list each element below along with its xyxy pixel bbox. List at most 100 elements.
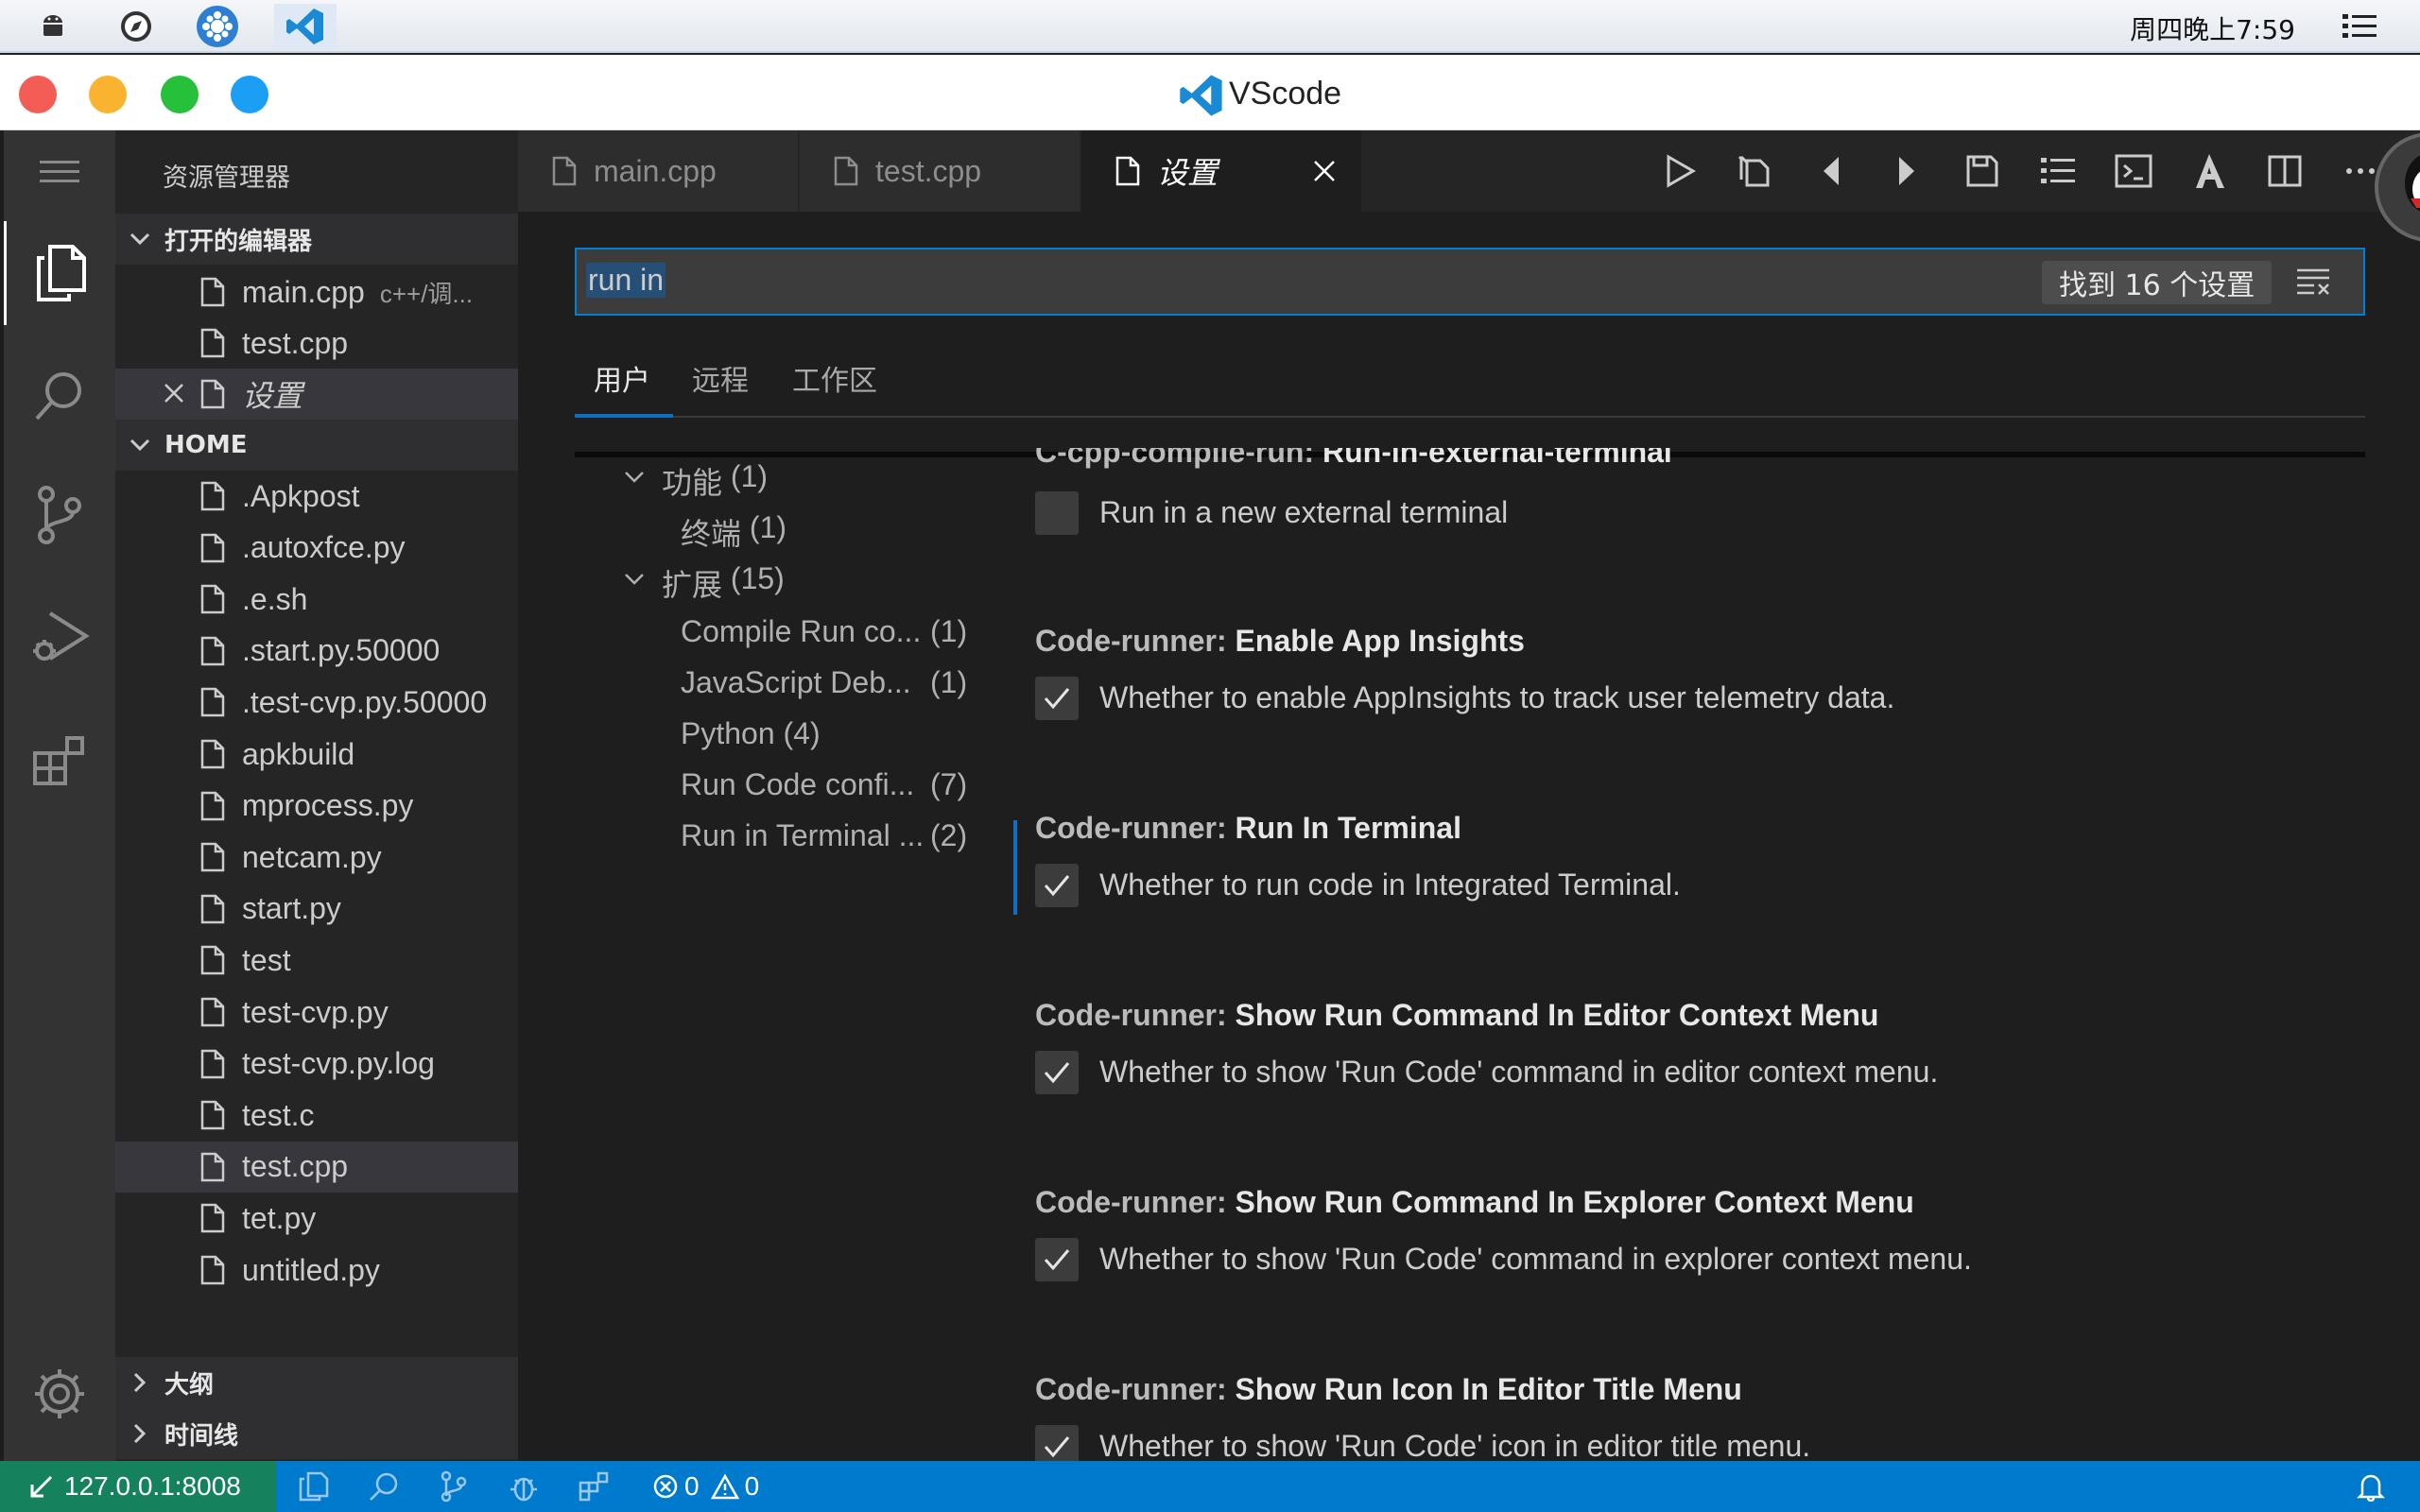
file-icon bbox=[552, 156, 577, 186]
qq-penguin-icon[interactable] bbox=[2373, 130, 2420, 244]
setting-checkbox[interactable] bbox=[1035, 1238, 1079, 1281]
run-icon[interactable] bbox=[1656, 147, 1703, 195]
setting-title: Code-runner: Show Run Command In Explore… bbox=[1035, 1185, 1914, 1220]
scope-tab-workspace[interactable]: 工作区 bbox=[792, 357, 877, 399]
file-tree-item[interactable]: untitled.py bbox=[115, 1245, 518, 1296]
open-editor-test-cpp[interactable]: test.cpp bbox=[115, 318, 518, 369]
file-tree-item[interactable]: .test-cvp.py.50000 bbox=[115, 677, 518, 728]
close-icon[interactable] bbox=[1312, 159, 1337, 183]
tab-test-cpp[interactable]: test.cpp bbox=[800, 130, 1080, 212]
maximize-window-button[interactable] bbox=[161, 76, 199, 113]
file-icon bbox=[200, 894, 225, 924]
file-tree-item[interactable]: test.c bbox=[115, 1090, 518, 1141]
file-tree-item[interactable]: test-cvp.py.log bbox=[115, 1039, 518, 1090]
file-tree-item[interactable]: start.py bbox=[115, 884, 518, 935]
file-tree-item[interactable]: .autoxfce.py bbox=[115, 523, 518, 574]
file-tree-item[interactable]: .start.py.50000 bbox=[115, 626, 518, 677]
source-control-icon[interactable] bbox=[4, 463, 115, 567]
list-icon[interactable] bbox=[2034, 147, 2082, 195]
toc-item-python[interactable]: Python (4) bbox=[681, 716, 821, 751]
setting-title: Code-runner: Run In Terminal bbox=[1035, 811, 1461, 846]
toc-label: Python bbox=[681, 716, 775, 750]
file-tree-item[interactable]: .e.sh bbox=[115, 574, 518, 625]
file-tree-item[interactable]: mprocess.py bbox=[115, 781, 518, 832]
file-tree-item[interactable]: test.cpp bbox=[115, 1141, 518, 1193]
close-icon[interactable] bbox=[163, 382, 185, 404]
search-status-icon[interactable] bbox=[365, 1469, 403, 1503]
source-control-status-icon[interactable] bbox=[435, 1469, 473, 1503]
search-icon[interactable] bbox=[4, 344, 115, 448]
save-icon[interactable] bbox=[1959, 147, 2006, 195]
file-tree-item[interactable]: test bbox=[115, 935, 518, 986]
toc-label: JavaScript Deb... bbox=[681, 665, 911, 699]
remote-indicator[interactable]: 127.0.0.1:8008 bbox=[0, 1461, 276, 1512]
scope-tab-user[interactable]: 用户 bbox=[594, 357, 650, 399]
timeline-section[interactable]: 时间线 bbox=[115, 1408, 518, 1459]
checkmark-icon bbox=[1043, 686, 1071, 711]
file-tree-item[interactable]: apkbuild bbox=[115, 729, 518, 780]
settings-flower-icon[interactable] bbox=[195, 4, 240, 49]
gear-icon[interactable] bbox=[4, 1342, 115, 1446]
tab-settings[interactable]: 设置 bbox=[1081, 130, 1361, 212]
setting-checkbox[interactable] bbox=[1035, 864, 1079, 907]
file-tree-item[interactable]: .Apkpost bbox=[115, 471, 518, 522]
setting-checkbox[interactable] bbox=[1035, 677, 1079, 720]
file-icon bbox=[200, 1152, 225, 1182]
file-tree-item[interactable]: test-cvp.py bbox=[115, 987, 518, 1038]
minimize-window-button[interactable] bbox=[89, 76, 127, 113]
vscode-icon[interactable] bbox=[274, 4, 337, 49]
scope-tabs-divider bbox=[575, 416, 2365, 418]
setting-checkbox[interactable] bbox=[1035, 1051, 1079, 1094]
setting-category: Code-runner: bbox=[1035, 811, 1236, 845]
toc-item-compile-run[interactable]: Compile Run co... (1) bbox=[681, 614, 970, 649]
results-count-badge: 找到 16 个设置 bbox=[2042, 261, 2273, 304]
toc-item-terminal[interactable]: 终端 (1) bbox=[681, 510, 786, 554]
toc-count: (15) bbox=[730, 561, 785, 595]
terminal-icon[interactable] bbox=[2110, 147, 2157, 195]
toc-item-javascript-debug[interactable]: JavaScript Deb... (1) bbox=[681, 665, 970, 700]
compass-icon[interactable] bbox=[113, 4, 159, 49]
run-debug-icon[interactable] bbox=[4, 586, 115, 690]
toc-item-run-in-terminal[interactable]: Run in Terminal ... (2) bbox=[681, 818, 970, 853]
setting-checkbox[interactable] bbox=[1035, 491, 1079, 535]
prev-icon[interactable] bbox=[1807, 147, 1855, 195]
home-folder-section[interactable]: HOME bbox=[115, 420, 518, 471]
extra-window-button[interactable] bbox=[231, 76, 268, 113]
split-editor-icon[interactable] bbox=[2261, 147, 2308, 195]
explorer-status-icon[interactable] bbox=[295, 1469, 333, 1503]
android-icon[interactable] bbox=[30, 4, 76, 49]
list-menu-icon[interactable] bbox=[2337, 4, 2382, 49]
settings-search-input[interactable]: run in bbox=[586, 263, 666, 298]
file-tree-item[interactable]: tet.py bbox=[115, 1193, 518, 1244]
toc-item-run-code-config[interactable]: Run Code confi... (7) bbox=[681, 767, 970, 802]
setting-description: Whether to run code in Integrated Termin… bbox=[1099, 868, 1681, 902]
debug-status-icon[interactable] bbox=[505, 1469, 543, 1503]
outline-section[interactable]: 大纲 bbox=[115, 1357, 518, 1408]
tab-label: 设置 bbox=[1157, 156, 1219, 190]
tab-main-cpp[interactable]: main.cpp bbox=[518, 130, 798, 212]
problems-indicator[interactable]: 0 0 bbox=[652, 1470, 759, 1503]
file-tree-item[interactable]: netcam.py bbox=[115, 832, 518, 883]
extensions-icon[interactable] bbox=[4, 709, 115, 813]
extensions-status-icon[interactable] bbox=[575, 1469, 613, 1503]
settings-search-box[interactable]: run in 找到 16 个设置 bbox=[575, 248, 2365, 316]
open-changes-icon[interactable] bbox=[1732, 147, 1779, 195]
file-icon bbox=[200, 481, 225, 511]
open-editor-main-cpp[interactable]: main.cpp c++/调... bbox=[115, 266, 518, 318]
file-icon bbox=[200, 636, 225, 666]
clear-filter-icon[interactable] bbox=[2295, 265, 2331, 299]
font-icon[interactable] bbox=[2186, 147, 2233, 195]
next-icon[interactable] bbox=[1883, 147, 1930, 195]
close-window-button[interactable] bbox=[19, 76, 57, 113]
file-icon bbox=[200, 1255, 225, 1285]
hamburger-menu-icon[interactable] bbox=[4, 130, 115, 212]
bell-icon[interactable] bbox=[2352, 1469, 2390, 1503]
open-editors-section[interactable]: 打开的编辑器 bbox=[115, 214, 518, 265]
explorer-icon[interactable] bbox=[4, 221, 115, 325]
checkmark-icon bbox=[1043, 1247, 1071, 1272]
scope-tab-remote[interactable]: 远程 bbox=[692, 357, 749, 399]
file-name: main.cpp bbox=[242, 274, 365, 309]
open-editor-settings[interactable]: 设置 bbox=[115, 369, 518, 420]
toc-item-features[interactable]: 功能 (1) bbox=[624, 459, 768, 503]
toc-item-extensions[interactable]: 扩展 (15) bbox=[624, 561, 785, 605]
